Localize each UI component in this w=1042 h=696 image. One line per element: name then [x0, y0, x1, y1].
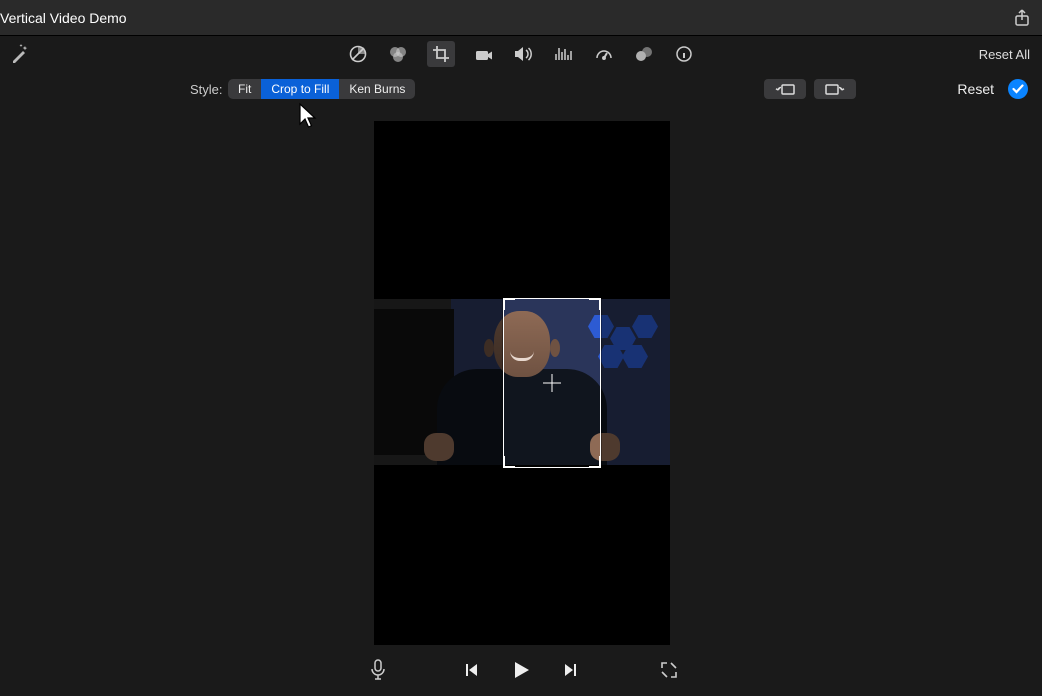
video-canvas[interactable] [374, 121, 670, 645]
apply-check-button[interactable] [1008, 79, 1028, 99]
play-button[interactable] [511, 660, 531, 680]
inspector-toolbar: Reset All [0, 36, 1042, 72]
style-segmented-control: Fit Crop to Fill Ken Burns [228, 79, 415, 99]
style-label: Style: [190, 82, 223, 97]
prev-frame-button[interactable] [461, 660, 481, 680]
microphone-icon[interactable] [370, 659, 386, 681]
next-frame-button[interactable] [561, 660, 581, 680]
stabilization-icon[interactable] [473, 43, 495, 65]
reset-all-button[interactable]: Reset All [979, 47, 1030, 62]
speed-icon[interactable] [593, 43, 615, 65]
preview-area [0, 106, 1042, 644]
style-ken-burns-button[interactable]: Ken Burns [339, 79, 415, 99]
color-balance-icon[interactable] [387, 43, 409, 65]
effects-icon[interactable] [633, 43, 655, 65]
info-icon[interactable] [673, 43, 695, 65]
crop-style-bar: Style: Fit Crop to Fill Ken Burns Reset [0, 72, 1042, 106]
rotate-cw-button[interactable] [814, 79, 856, 99]
auto-enhance-icon[interactable] [10, 44, 30, 64]
share-icon[interactable] [1012, 8, 1032, 28]
noise-reduction-icon[interactable] [553, 43, 575, 65]
crop-icon[interactable] [427, 41, 455, 67]
source-video-frame [374, 299, 670, 465]
volume-icon[interactable] [513, 43, 535, 65]
rotate-ccw-button[interactable] [764, 79, 806, 99]
project-title: Vertical Video Demo [0, 10, 127, 26]
style-fit-button[interactable]: Fit [228, 79, 261, 99]
playback-bar [0, 644, 1042, 696]
style-crop-to-fill-button[interactable]: Crop to Fill [261, 79, 339, 99]
color-correction-icon[interactable] [347, 43, 369, 65]
reset-button[interactable]: Reset [957, 81, 994, 97]
title-bar: Vertical Video Demo [0, 0, 1042, 36]
fullscreen-icon[interactable] [660, 661, 678, 679]
